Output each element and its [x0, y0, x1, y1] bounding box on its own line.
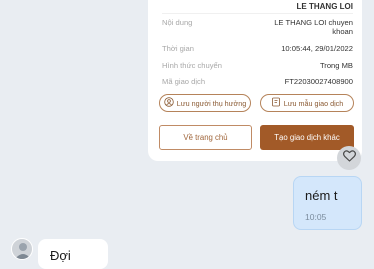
- bookmark-icon: [271, 97, 281, 109]
- react-heart-button[interactable]: [337, 146, 361, 170]
- home-button[interactable]: Về trang chủ: [159, 125, 252, 150]
- row-label: Thời gian: [162, 44, 194, 53]
- save-template-label: Lưu mẫu giao dịch: [283, 98, 344, 108]
- user-circle-icon: [164, 97, 174, 109]
- message-time: 10:05: [305, 212, 327, 222]
- heart-icon: [342, 149, 356, 167]
- row-value: Trong MB: [319, 61, 353, 70]
- row-label: Nội dung: [162, 18, 193, 27]
- save-recipient-button[interactable]: Lưu người thụ hưởng: [159, 94, 251, 112]
- message-text: ném t: [305, 188, 338, 203]
- save-recipient-label: Lưu người thụ hưởng: [176, 98, 247, 108]
- row-label: Hình thức chuyển: [162, 61, 222, 70]
- save-template-button[interactable]: Lưu mẫu giao dịch: [260, 94, 354, 112]
- new-transaction-button[interactable]: Tạo giao dịch khác: [260, 125, 354, 150]
- row-value-line: khoan: [332, 27, 353, 36]
- row-value: FT22030027408900: [284, 77, 353, 86]
- message-text: Đợi: [50, 248, 71, 263]
- row-value: LE THANG LOI chuyen khoan: [274, 18, 353, 36]
- row-label: Mã giao dịch: [162, 77, 206, 86]
- incoming-message-bubble[interactable]: Đợi: [38, 239, 108, 269]
- recipient-name: LE THANG LOI: [296, 2, 353, 11]
- row-value: 10:05:44, 29/01/2022: [281, 44, 353, 53]
- row-value-line: LE THANG LOI chuyen: [274, 18, 353, 27]
- outgoing-message-bubble[interactable]: ném t 10:05: [293, 176, 362, 230]
- transfer-receipt-image[interactable]: LE THANG LOI Nội dung LE THANG LOI chuye…: [148, 0, 362, 161]
- divider: [162, 13, 353, 14]
